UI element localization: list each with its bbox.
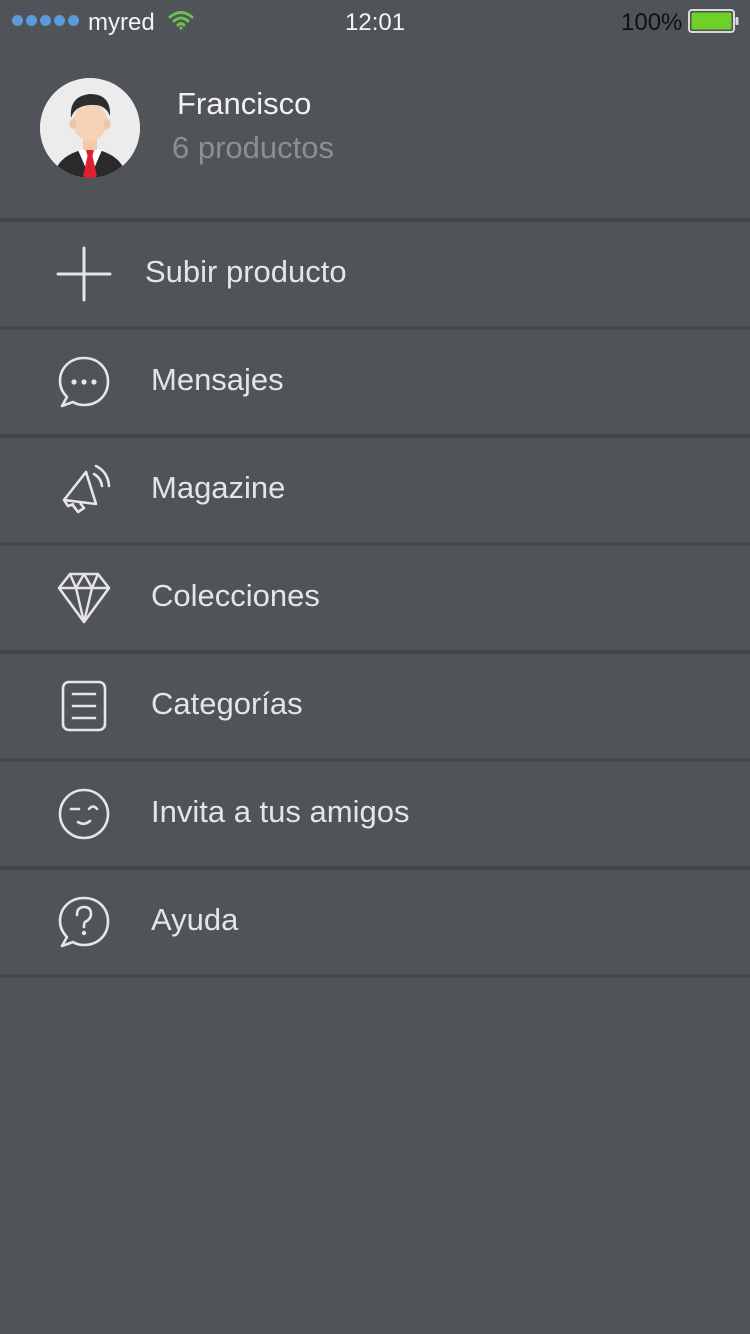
side-menu-screen: myred 12:01 100% Francisco 6 productos S… (0, 0, 750, 1334)
profile-header[interactable]: Francisco 6 productos (0, 44, 750, 218)
menu-item-subir-producto[interactable]: Subir producto (0, 218, 750, 326)
status-time: 12:01 (345, 9, 406, 36)
chat-bubble-icon (58, 356, 110, 408)
help-bubble-icon (58, 896, 110, 948)
menu-item-label: Categorías (151, 686, 303, 721)
megaphone-icon (62, 464, 111, 514)
avatar[interactable] (40, 78, 140, 178)
menu-item-label: Magazine (151, 470, 286, 505)
signal-dots-icon (12, 15, 79, 26)
wink-face-icon (58, 788, 110, 840)
menu-item-ayuda[interactable]: Ayuda (0, 866, 750, 974)
avatar-icon (40, 78, 140, 178)
menu-divider (0, 974, 750, 978)
wifi-icon (168, 11, 194, 30)
status-bar: myred 12:01 100% (0, 0, 750, 44)
product-count: 6 productos (172, 130, 334, 165)
menu-item-label: Mensajes (151, 362, 284, 397)
menu-item-colecciones[interactable]: Colecciones (0, 542, 750, 650)
menu-item-categorias[interactable]: Categorías (0, 650, 750, 758)
menu-item-label: Invita a tus amigos (151, 794, 410, 829)
battery-percentage: 100% (621, 9, 683, 36)
profile-name[interactable]: Francisco (177, 84, 311, 124)
battery-icon (688, 9, 739, 33)
diamond-icon (57, 572, 111, 624)
menu-item-magazine[interactable]: Magazine (0, 434, 750, 542)
plus-icon (56, 246, 112, 302)
list-icon (61, 680, 107, 732)
menu-item-label: Subir producto (145, 254, 347, 289)
menu-item-label: Colecciones (151, 578, 320, 613)
menu-item-label: Ayuda (151, 902, 239, 937)
menu-item-invita-amigos[interactable]: Invita a tus amigos (0, 758, 750, 866)
side-menu: Subir producto Mensajes Magazine Colecci… (0, 218, 750, 978)
carrier-name: myred (88, 9, 155, 36)
menu-item-mensajes[interactable]: Mensajes (0, 326, 750, 434)
